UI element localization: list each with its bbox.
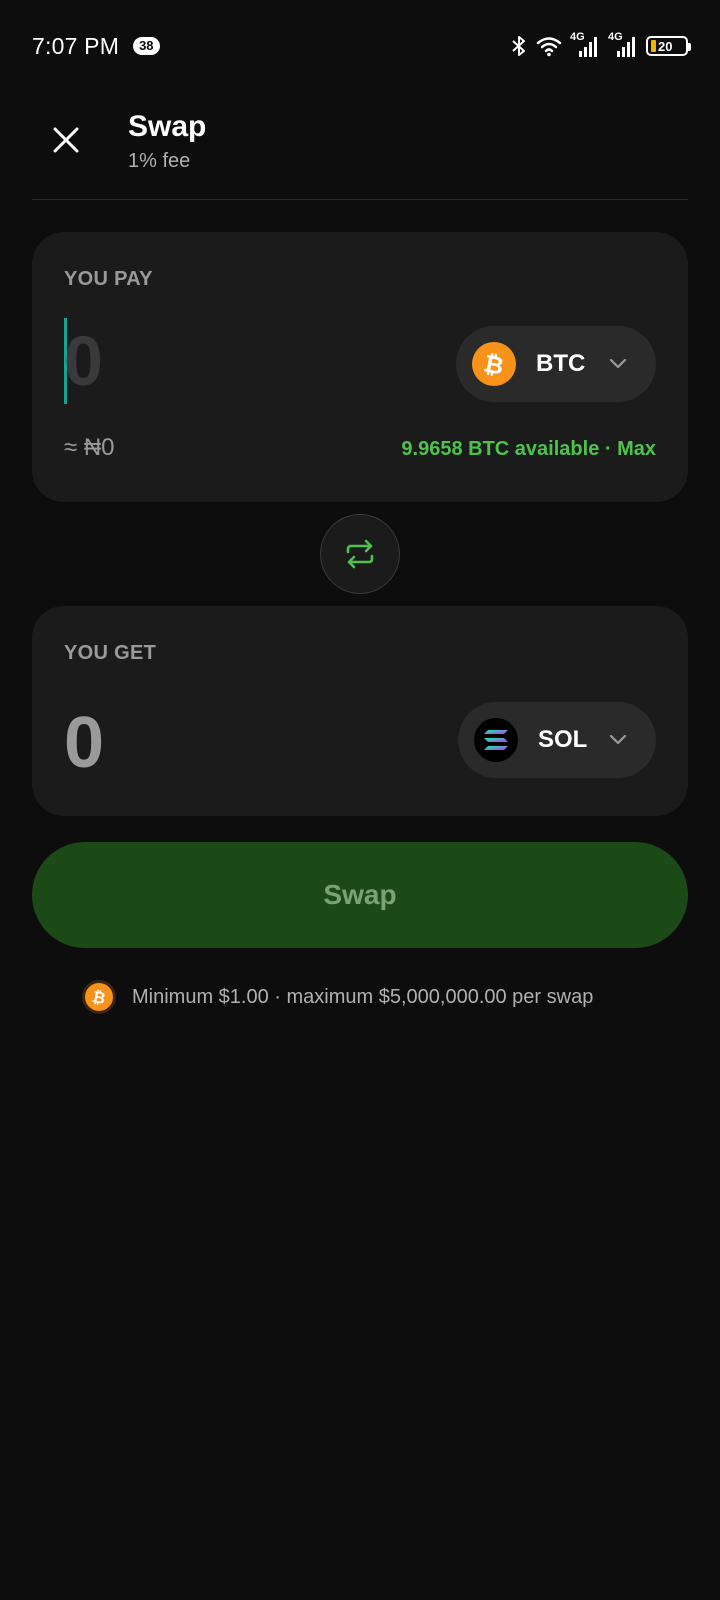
you-get-card: YOU GET 0 SOL (32, 606, 688, 816)
switch-direction-button[interactable] (320, 514, 400, 594)
notification-count-badge: 38 (133, 37, 160, 55)
pay-amount-wrap (64, 318, 264, 404)
bitcoin-icon: ₿ (82, 980, 116, 1014)
header: Swap 1% fee (32, 106, 688, 200)
status-bar: 7:07 PM 38 4G 4G 20 (32, 28, 691, 64)
chevron-down-icon (609, 734, 627, 745)
battery-icon: 20 (646, 36, 691, 56)
chevron-down-icon (609, 358, 627, 369)
wifi-icon (536, 35, 562, 57)
close-button[interactable] (48, 122, 84, 158)
get-token-selector[interactable]: SOL (458, 702, 656, 778)
get-token-name: SOL (538, 726, 588, 753)
you-pay-card: YOU PAY ₿ BTC ≈ ₦0 9.9658 BTC available … (32, 232, 688, 502)
fee-subtitle: 1% fee (128, 150, 191, 172)
signal-1-icon: 4G (570, 31, 600, 59)
swap-button[interactable]: Swap (32, 842, 688, 948)
pay-token-selector[interactable]: ₿ BTC (456, 326, 656, 402)
solana-icon (474, 718, 518, 762)
get-amount: 0 (64, 703, 105, 783)
page-title: Swap (128, 110, 207, 143)
you-get-label: YOU GET (64, 642, 157, 664)
svg-text:₿: ₿ (91, 987, 108, 1008)
close-icon[interactable] (52, 126, 80, 154)
swap-screen: 7:07 PM 38 4G 4G 20 Swap 1% fee YOU PAY … (0, 0, 720, 1600)
status-time: 7:07 PM (32, 32, 120, 59)
pay-fiat-value: ≈ ₦0 (64, 434, 115, 461)
status-left: 7:07 PM 38 (32, 33, 160, 60)
bluetooth-icon (510, 34, 528, 58)
status-right: 4G 4G 20 (510, 31, 691, 59)
swap-limits: ₿ Minimum $1.00 · maximum $5,000,000.00 … (82, 980, 593, 1014)
battery-fill (651, 40, 656, 52)
pay-token-name: BTC (536, 350, 586, 377)
swap-arrows-icon (346, 539, 374, 569)
bitcoin-icon: ₿ (472, 342, 516, 386)
you-pay-label: YOU PAY (64, 268, 153, 290)
swap-limits-text: Minimum $1.00 · maximum $5,000,000.00 pe… (132, 985, 594, 1008)
available-balance-max[interactable]: 9.9658 BTC available · Max (401, 438, 656, 461)
battery-level: 20 (658, 38, 673, 54)
svg-text:₿: ₿ (481, 349, 506, 379)
pay-amount-input[interactable] (64, 321, 264, 401)
signal-2-icon: 4G (608, 31, 638, 59)
